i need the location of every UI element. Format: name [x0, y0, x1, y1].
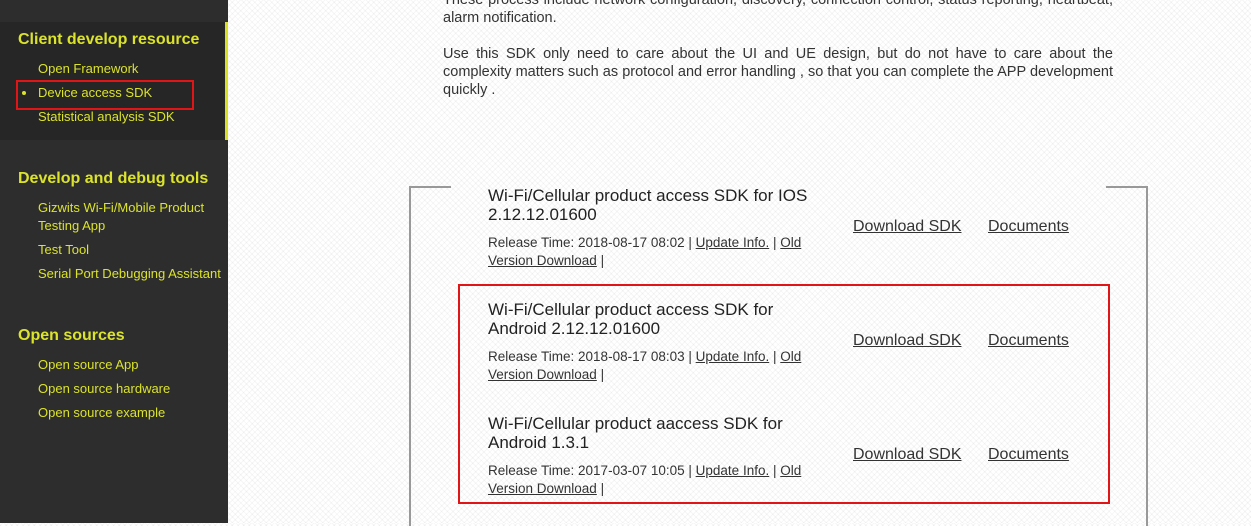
- sidebar-section-title: Develop and debug tools: [18, 170, 209, 187]
- separator: |: [772, 349, 777, 364]
- sdk-title: Wi-Fi/Cellular product access SDK for An…: [488, 300, 774, 338]
- frame-left-border: [409, 186, 411, 526]
- sdk-title: Wi-Fi/Cellular product aaccess SDK for A…: [488, 414, 783, 452]
- sidebar-item-serial-port-assistant[interactable]: Serial Port Debugging Assistant: [38, 265, 221, 283]
- sidebar-section-title: Client develop resource: [18, 31, 200, 48]
- separator: |: [600, 367, 605, 382]
- documents-link[interactable]: Documents: [988, 218, 1069, 236]
- sdk-title: Wi-Fi/Cellular product access SDK for IO…: [488, 186, 808, 224]
- sdk-release-info: Release Time: 2017-03-07 10:05 | Update …: [488, 462, 833, 498]
- intro-paragraph: Use this SDK only need to care about the…: [443, 46, 1113, 98]
- sidebar: Client develop resource Open Framework D…: [0, 0, 228, 523]
- download-sdk-link[interactable]: Download SDK: [853, 446, 962, 464]
- sidebar-item-open-source-example[interactable]: Open source example: [38, 404, 165, 422]
- frame-right-border: [1146, 186, 1148, 526]
- download-sdk-link[interactable]: Download SDK: [853, 332, 962, 350]
- update-info-link[interactable]: Update Info.: [696, 463, 770, 478]
- intro-paragraph: These process include network configurat…: [443, 0, 1113, 26]
- active-bullet-icon: [22, 91, 26, 95]
- download-sdk-link[interactable]: Download SDK: [853, 218, 962, 236]
- update-info-link[interactable]: Update Info.: [696, 349, 770, 364]
- sidebar-item-test-tool[interactable]: Test Tool: [38, 241, 89, 259]
- sidebar-item-open-source-app[interactable]: Open source App: [38, 356, 138, 374]
- sidebar-item-testing-app[interactable]: Gizwits Wi-Fi/Mobile Product Testing App: [38, 199, 218, 235]
- separator: |: [600, 253, 605, 268]
- sdk-release-info: Release Time: 2018-08-17 08:02 | Update …: [488, 234, 833, 270]
- release-time: Release Time: 2018-08-17 08:03 |: [488, 349, 692, 364]
- sidebar-section-title: Open sources: [18, 327, 125, 344]
- sidebar-item-statistical-analysis-sdk[interactable]: Statistical analysis SDK: [38, 108, 175, 126]
- separator: |: [600, 481, 605, 496]
- frame-corner-right: [1106, 186, 1148, 188]
- release-time: Release Time: 2017-03-07 10:05 |: [488, 463, 692, 478]
- release-time: Release Time: 2018-08-17 08:02 |: [488, 235, 692, 250]
- sidebar-item-open-framework[interactable]: Open Framework: [38, 60, 138, 78]
- separator: |: [772, 235, 777, 250]
- sdk-release-info: Release Time: 2018-08-17 08:03 | Update …: [488, 348, 833, 384]
- documents-link[interactable]: Documents: [988, 332, 1069, 350]
- documents-link[interactable]: Documents: [988, 446, 1069, 464]
- update-info-link[interactable]: Update Info.: [696, 235, 770, 250]
- separator: |: [772, 463, 777, 478]
- frame-corner-left: [409, 186, 451, 188]
- sidebar-item-open-source-hardware[interactable]: Open source hardware: [38, 380, 170, 398]
- sidebar-item-device-access-sdk[interactable]: Device access SDK: [38, 84, 152, 102]
